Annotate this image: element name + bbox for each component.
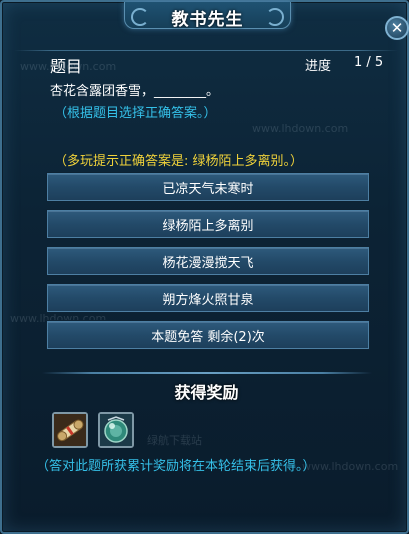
skip-question-button[interactable]: 本题免答 剩余(2)次 xyxy=(47,321,369,349)
divider xyxy=(42,372,372,374)
scroll-icon[interactable] xyxy=(52,412,88,448)
orb-icon[interactable] xyxy=(98,412,134,448)
progress-value: 1 / 5 xyxy=(354,55,384,70)
window-title: 教书先生 xyxy=(171,10,244,30)
answer-button-3[interactable]: 杨花漫漫搅天飞 xyxy=(47,247,369,275)
reward-title: 获得奖励 xyxy=(174,383,239,402)
title-tab: 教书先生 xyxy=(124,2,291,30)
reward-note: （答对此题所获累计奖励将在本轮结束后获得。） xyxy=(36,459,316,474)
quiz-panel: www.lhdown.com www.lhdown.com www.lhdown… xyxy=(0,0,409,534)
progress-label: 进度 xyxy=(305,59,332,74)
instruction-text: （根据题目选择正确答案。） xyxy=(54,106,217,121)
question-label: 题目 xyxy=(50,57,83,76)
question-text: 杏花含露团香雪，________。 xyxy=(50,84,220,99)
answer-button-4[interactable]: 朔方烽火照甘泉 xyxy=(47,284,369,312)
watermark: www.lhdown.com xyxy=(302,460,399,473)
answer-button-1[interactable]: 已凉天气未寒时 xyxy=(47,173,369,201)
answer-list: 已凉天气未寒时 绿杨陌上多离别 杨花漫漫搅天飞 朔方烽火照甘泉 本题免答 剩余(… xyxy=(47,173,369,358)
answer-button-2[interactable]: 绿杨陌上多离别 xyxy=(47,210,369,238)
watermark: www.lhdown.com xyxy=(252,122,349,135)
divider xyxy=(14,50,398,51)
watermark: 绿航下载站 xyxy=(147,434,202,447)
close-button[interactable]: ✕ xyxy=(385,16,409,40)
multiplayer-hint: （多玩提示正确答案是: 绿杨陌上多离别。） xyxy=(54,154,304,169)
